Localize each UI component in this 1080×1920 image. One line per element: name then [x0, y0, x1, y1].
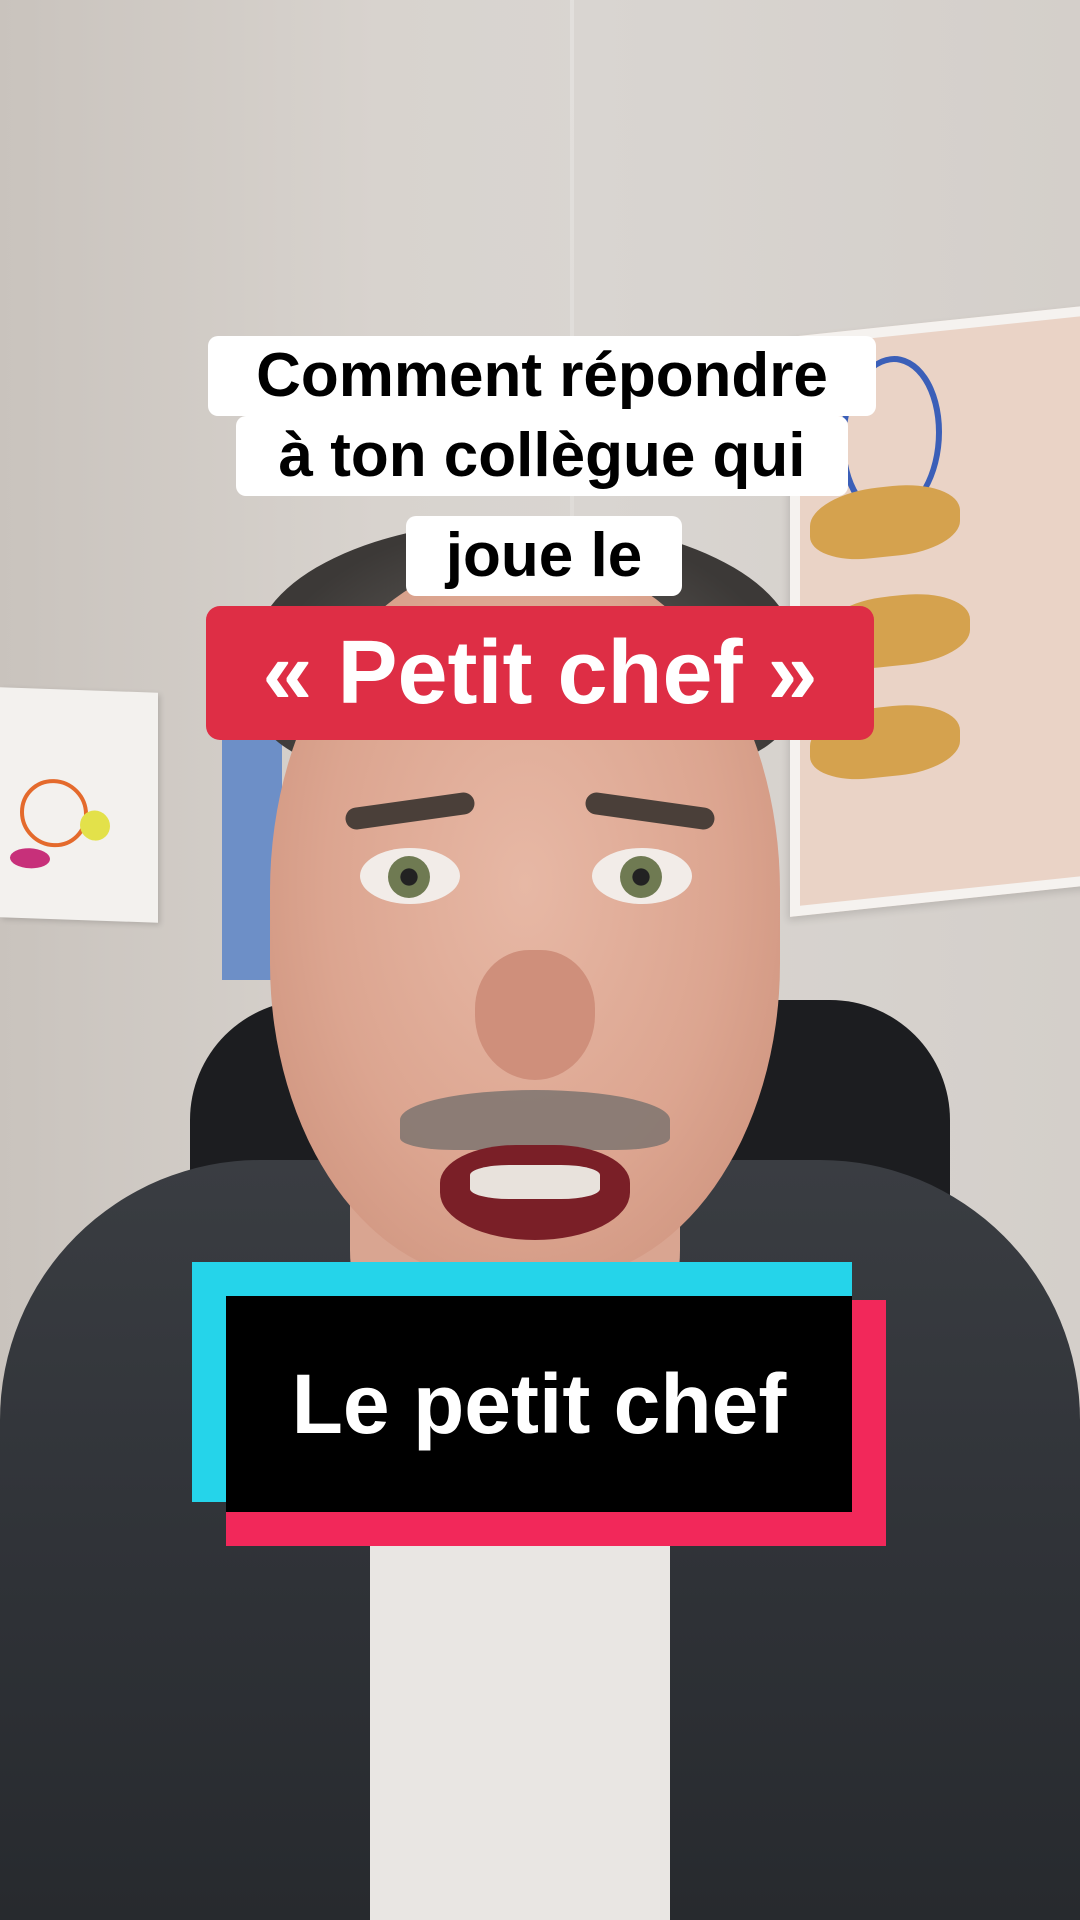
caption-line-3: joue le [406, 516, 682, 596]
nose [475, 950, 595, 1080]
caption-line-1: Comment répondre [208, 336, 876, 416]
video-frame[interactable]: Comment répondre à ton collègue qui joue… [0, 0, 1080, 1920]
right-eye [592, 848, 692, 904]
drawing-face [20, 777, 88, 849]
mouth [440, 1145, 630, 1240]
title-card: Le petit chef [226, 1296, 852, 1512]
left-eye [360, 848, 460, 904]
moustache [400, 1090, 670, 1150]
caption-highlight: « Petit chef » [206, 606, 874, 740]
drawing-scribble [10, 847, 50, 869]
child-drawing [0, 687, 158, 923]
drawing-spot [80, 810, 110, 842]
shirt [370, 1520, 670, 1920]
caption-line-2: à ton collègue qui [236, 416, 848, 496]
